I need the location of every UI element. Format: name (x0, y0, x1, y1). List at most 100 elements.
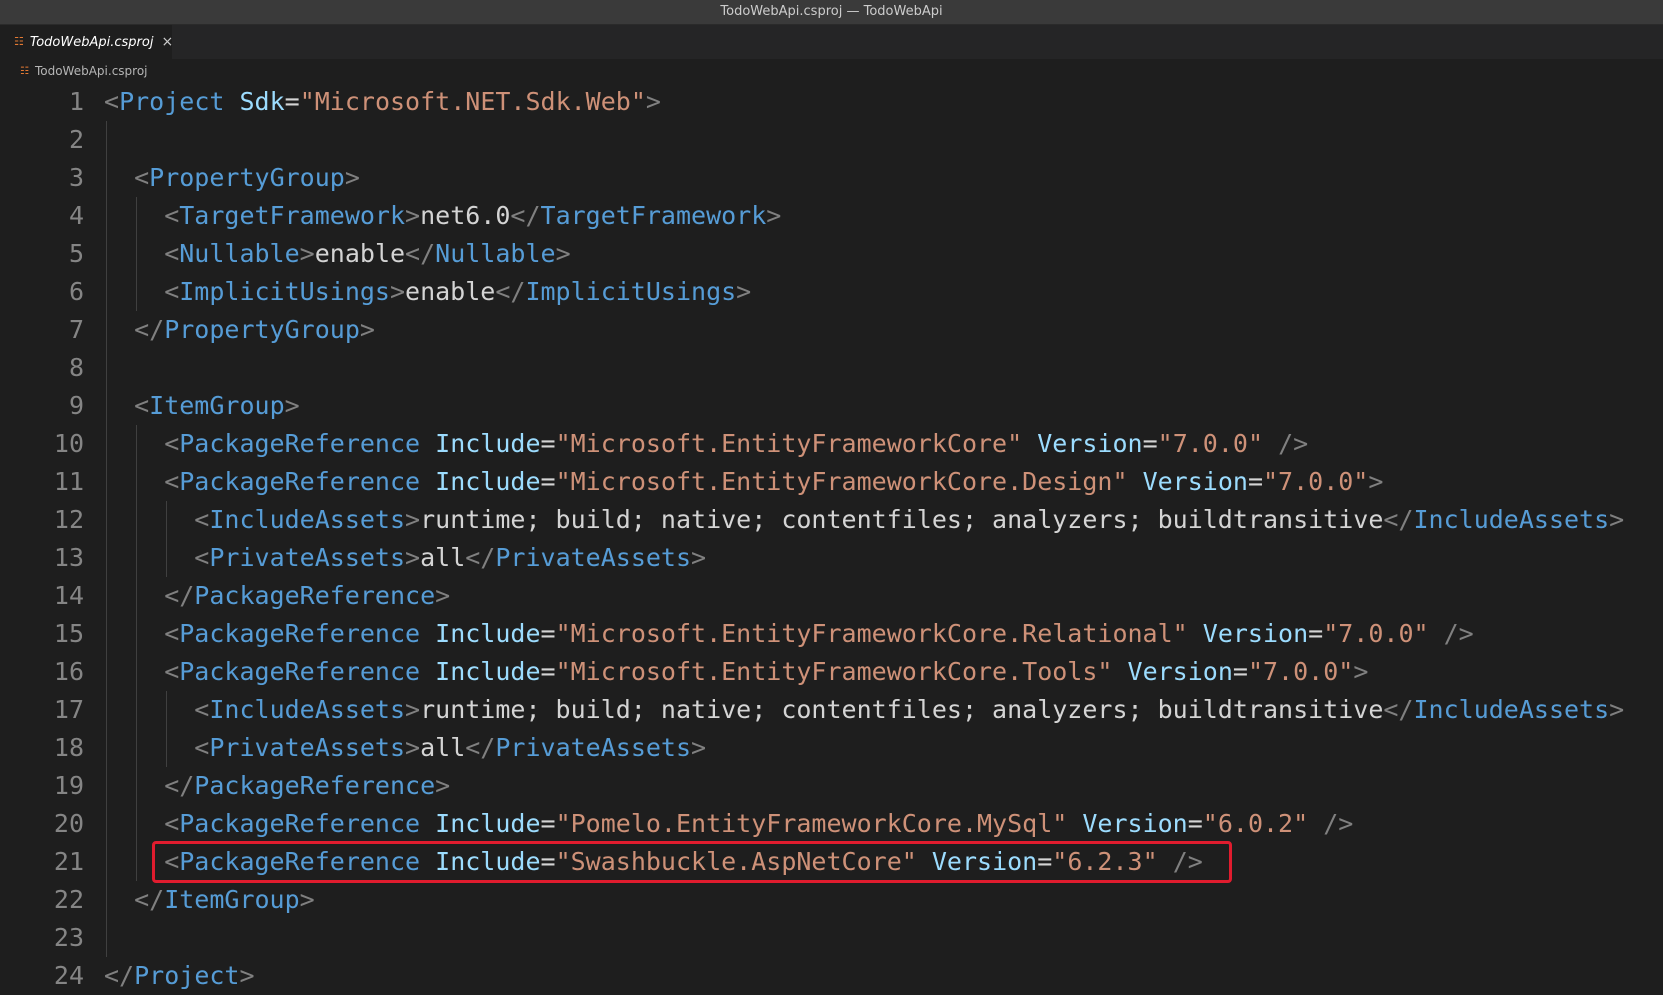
code-editor[interactable]: 1 <Project Sdk="Microsoft.NET.Sdk.Web"> 2 3… (0, 83, 1663, 995)
line-number: 17 (53, 695, 84, 724)
code-line[interactable]: 18 <PrivateAssets>all</PrivateAssets> (0, 729, 1663, 767)
breadcrumb[interactable]: ☷ TodoWebApi.csproj (0, 59, 1663, 83)
code-line[interactable]: 23 (0, 919, 1663, 957)
indent-guide (136, 805, 138, 843)
code-token: = (1247, 467, 1263, 496)
code-token: < (194, 695, 210, 724)
code-text: <PackageReference Include="Pomelo.Entity… (164, 805, 1353, 843)
code-token: /> (1172, 847, 1203, 876)
code-text: <IncludeAssets>runtime; build; native; c… (194, 501, 1624, 539)
indent-guide (106, 691, 107, 729)
code-line[interactable]: 6 <ImplicitUsings>enable</ImplicitUsings> (0, 273, 1663, 311)
code-token: > (405, 505, 421, 534)
code-token: runtime; build; native; contentfiles; an… (420, 505, 1384, 534)
code-line[interactable]: 24 </Project> (0, 957, 1663, 995)
code-token: </ (164, 581, 195, 610)
line-number: 9 (68, 391, 84, 420)
indent-guide (106, 653, 107, 691)
code-line[interactable]: 12 <IncludeAssets>runtime; build; native;… (0, 501, 1663, 539)
indent-guide (106, 805, 107, 843)
indent-guide (136, 615, 138, 653)
code-text: <PrivateAssets>all</PrivateAssets> (194, 729, 706, 767)
code-line[interactable]: 11 <PackageReference Include="Microsoft.E… (0, 463, 1663, 501)
code-token: Version (931, 847, 1038, 876)
indent-guide (106, 463, 107, 501)
indent-guide (166, 729, 168, 767)
breadcrumb-label: TodoWebApi.csproj (34, 64, 148, 78)
rss-file-icon: ☷ (20, 65, 29, 77)
code-token: Version (1127, 657, 1233, 686)
indent-guide (106, 881, 107, 919)
code-line[interactable]: 13 <PrivateAssets>all</PrivateAssets> (0, 539, 1663, 577)
code-token: PackageReference (194, 771, 436, 800)
code-token: > (389, 277, 406, 306)
code-token: > (1368, 467, 1384, 496)
code-token: PropertyGroup (164, 315, 360, 344)
code-line[interactable]: 9 <ItemGroup> (0, 387, 1663, 425)
code-token: = (540, 619, 556, 648)
code-text: <IncludeAssets>runtime; build; native; c… (194, 691, 1624, 729)
line-number: 1 (68, 87, 84, 116)
code-token: > (359, 315, 375, 344)
code-token: Include (435, 847, 541, 876)
code-token: PackageReference (194, 581, 436, 610)
code-token: "7.0.0" (1323, 619, 1429, 648)
code-token: Include (435, 467, 541, 496)
code-line[interactable]: 21 <PackageReference Include="Swashbuckle… (0, 841, 1663, 883)
code-line[interactable]: 16 <PackageReference Include="Microsoft.E… (0, 653, 1663, 691)
code-token: "7.0.0" (1263, 467, 1369, 496)
code-token: "7.0.0" (1247, 657, 1354, 686)
code-line[interactable]: 2 (0, 121, 1663, 159)
code-token: PackageReference (179, 619, 421, 648)
code-line[interactable]: 5 <Nullable>enable</Nullable> (0, 235, 1663, 273)
code-token: Version (1037, 429, 1143, 458)
code-token: /> (1278, 429, 1309, 458)
code-line[interactable]: 7 </PropertyGroup> (0, 311, 1663, 349)
code-line[interactable]: 4 <TargetFramework>net6.0</TargetFramewor… (0, 197, 1663, 235)
code-token: Include (435, 657, 541, 686)
code-line[interactable]: 3 <PropertyGroup> (0, 159, 1663, 197)
code-token: Include (435, 619, 541, 648)
line-number: 4 (68, 201, 84, 230)
code-token: Version (1082, 809, 1188, 838)
code-token: = (540, 809, 556, 838)
code-token: PackageReference (179, 847, 421, 876)
indent-guide (106, 425, 107, 463)
code-token: /> (1323, 809, 1354, 838)
code-token: < (164, 657, 180, 686)
code-token: /> (1443, 619, 1474, 648)
indent-guide (106, 843, 107, 881)
close-icon[interactable]: × (161, 34, 173, 50)
code-token: "Swashbuckle.AspNetCore" (555, 847, 917, 876)
tab-todowebapi-csproj[interactable]: ☷ TodoWebApi.csproj × (0, 25, 173, 59)
code-line[interactable]: 1 <Project Sdk="Microsoft.NET.Sdk.Web"> (0, 83, 1663, 121)
code-token: "6.0.2" (1202, 809, 1309, 838)
code-line[interactable]: 20 <PackageReference Include="Pomelo.Enti… (0, 805, 1663, 843)
code-token: </ (164, 771, 195, 800)
code-token: = (1037, 847, 1053, 876)
code-token: IncludeAssets (1413, 695, 1610, 724)
code-token: > (766, 201, 782, 230)
indent-guide (106, 501, 107, 539)
code-line[interactable]: 10 <PackageReference Include="Microsoft.E… (0, 425, 1663, 463)
code-line[interactable]: 15 <PackageReference Include="Microsoft.E… (0, 615, 1663, 653)
code-line[interactable]: 14 </PackageReference> (0, 577, 1663, 615)
code-token: = (1308, 619, 1324, 648)
code-token: < (164, 847, 180, 876)
line-number: 20 (53, 809, 84, 838)
code-line[interactable]: 19 </PackageReference> (0, 767, 1663, 805)
code-token: all (420, 733, 466, 762)
code-token: > (555, 239, 571, 268)
code-token: ItemGroup (164, 885, 300, 914)
code-line[interactable]: 17 <IncludeAssets>runtime; build; native;… (0, 691, 1663, 729)
code-line[interactable]: 22 </ItemGroup> (0, 881, 1663, 919)
line-number: 11 (53, 467, 84, 496)
code-line[interactable]: 8 (0, 349, 1663, 387)
